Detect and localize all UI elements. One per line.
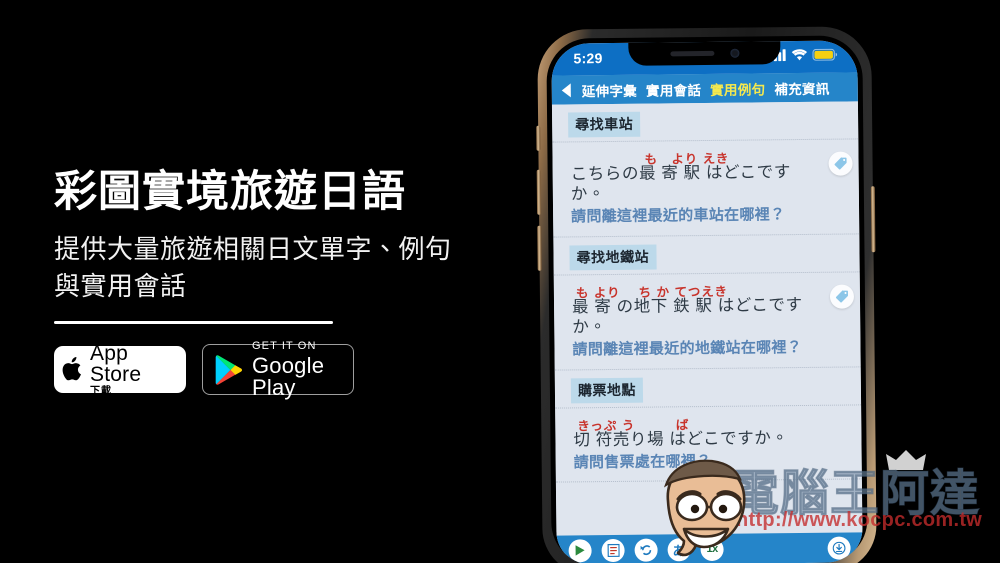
- google-play-label: Google Play: [252, 352, 325, 400]
- japanese-sentence-line2: か。: [572, 317, 607, 337]
- list-glyph-icon: [607, 543, 620, 557]
- japanese-sentence-line1: 最 寄 の地下 鉄 駅 はどこです: [571, 295, 803, 317]
- tab-extended-vocabulary[interactable]: 延伸字彙: [582, 79, 637, 100]
- list-item[interactable]: も より えき こちらの最 寄 駅 はどこです か。 請問離這裡最近的車站在哪裡…: [552, 138, 860, 238]
- power-button[interactable]: [870, 186, 876, 253]
- crown-icon: [886, 450, 926, 470]
- app-navigation-bar: 延伸字彙 實用會話 實用例句 補充資訊: [551, 72, 858, 105]
- front-camera-icon: [729, 48, 739, 58]
- play-glyph-icon: [575, 545, 585, 556]
- divider: [54, 321, 333, 325]
- japanese-sentence-line1: 切 符売り場 はどこですか。: [573, 428, 789, 449]
- section-header: 尋找地鐵站: [553, 234, 859, 274]
- chinese-translation: 請問售票處在哪裡？: [573, 452, 712, 472]
- speaker-tag-icon[interactable]: [828, 151, 853, 176]
- app-store-sublabel: 下載: [90, 385, 112, 397]
- repeat-icon[interactable]: [634, 538, 658, 562]
- battery-low-power-icon: [812, 48, 838, 61]
- section-header-label: 尋找地鐵站: [569, 244, 657, 271]
- chinese-translation: 請問離這裡最近的車站在哪裡？: [571, 206, 786, 226]
- google-play-badge[interactable]: GET IT ON Google Play: [202, 340, 354, 398]
- store-badges: App Store 下載 GET IT ON Google Play: [54, 340, 484, 398]
- google-play-triangle-icon: [215, 355, 242, 385]
- tab-practical-sentences[interactable]: 實用例句: [710, 78, 765, 99]
- wifi-icon: [791, 49, 808, 61]
- kana-label: あ: [672, 542, 686, 558]
- promo-subtitle-line1: 提供大量旅遊相關日文單字、例句: [54, 234, 452, 265]
- repeat-glyph-icon: [640, 544, 651, 555]
- download-controls: [827, 536, 851, 560]
- page-title: 彩圖實境旅遊日語: [54, 168, 406, 216]
- list-item[interactable]: きっぷ う ば 切 符売り場 はどこですか。 請問售票處在哪裡？: [555, 403, 862, 483]
- tab-practical-conversation[interactable]: 實用會話: [646, 79, 701, 100]
- earpiece-speaker-icon: [669, 50, 714, 56]
- download-glyph-icon: [832, 541, 846, 555]
- list-icon[interactable]: [601, 538, 625, 562]
- kana-icon[interactable]: あ: [667, 537, 691, 561]
- status-time: 5:29: [573, 50, 603, 67]
- section-header-label: 購票地點: [570, 377, 644, 403]
- section-header: 尋找車站: [552, 101, 858, 141]
- tab-supplementary-info[interactable]: 補充資訊: [774, 77, 829, 98]
- japanese-sentence-line1: こちらの最 寄 駅 はどこです: [570, 163, 792, 184]
- silent-switch[interactable]: [536, 125, 541, 151]
- promo-block: 彩圖實境旅遊日語 提供大量旅遊相關日文單字、例句 與實用會話 App Store…: [54, 168, 484, 398]
- app-store-text: App Store 下載: [90, 343, 180, 397]
- speaker-tag-icon[interactable]: [829, 284, 855, 309]
- status-bar: 5:29: [551, 40, 858, 76]
- speed-icon[interactable]: 1x: [700, 537, 724, 561]
- promo-subtitle: 提供大量旅遊相關日文單字、例句 與實用會話: [54, 231, 459, 305]
- section-header: 購票地點: [555, 367, 861, 407]
- volume-down-button[interactable]: [537, 225, 542, 271]
- section-header-label: 尋找車站: [568, 111, 641, 138]
- download-icon[interactable]: [827, 536, 851, 560]
- apple-logo-icon: [62, 356, 81, 381]
- promo-subtitle-line2: 與實用會話: [54, 271, 187, 302]
- play-icon[interactable]: [568, 538, 592, 562]
- phrase-list[interactable]: 尋找車站 も より えき こちらの最 寄 駅 はどこです か。 請問離這裡最近的…: [551, 101, 863, 536]
- player-controls: あ 1x: [568, 537, 724, 562]
- phone-bezel: 5:29 延伸字彙 實用會話 實用例句 補充資訊 尋找車站 も より えき こち…: [546, 35, 868, 563]
- back-arrow-icon[interactable]: [561, 82, 571, 98]
- japanese-sentence-line2: か。: [570, 185, 606, 204]
- app-store-label: App Store: [90, 341, 142, 386]
- list-item[interactable]: も より ち か てつえき 最 寄 の地下 鉄 駅 はどこです か。 請問離這裡…: [553, 271, 861, 371]
- app-store-badge[interactable]: App Store 下載: [54, 343, 186, 396]
- notch: [628, 40, 781, 66]
- slide-canvas: 彩圖實境旅遊日語 提供大量旅遊相關日文單字、例句 與實用會話 App Store…: [0, 0, 1000, 563]
- phone-mockup: 5:29 延伸字彙 實用會話 實用例句 補充資訊 尋找車站 も より えき こち…: [536, 26, 877, 563]
- tag-glyph-icon: [835, 290, 848, 303]
- volume-up-button[interactable]: [536, 169, 542, 215]
- phone-screen: 5:29 延伸字彙 實用會話 實用例句 補充資訊 尋找車站 も より えき こち…: [551, 40, 863, 563]
- google-play-toplabel: GET IT ON: [252, 339, 317, 352]
- tag-glyph-icon: [834, 157, 847, 170]
- speed-label: 1x: [706, 542, 718, 556]
- google-play-text: GET IT ON Google Play: [252, 339, 341, 400]
- player-toolbar: あ 1x: [556, 532, 863, 563]
- chinese-translation: 請問離這裡最近的地鐵站在哪裡？: [572, 339, 803, 359]
